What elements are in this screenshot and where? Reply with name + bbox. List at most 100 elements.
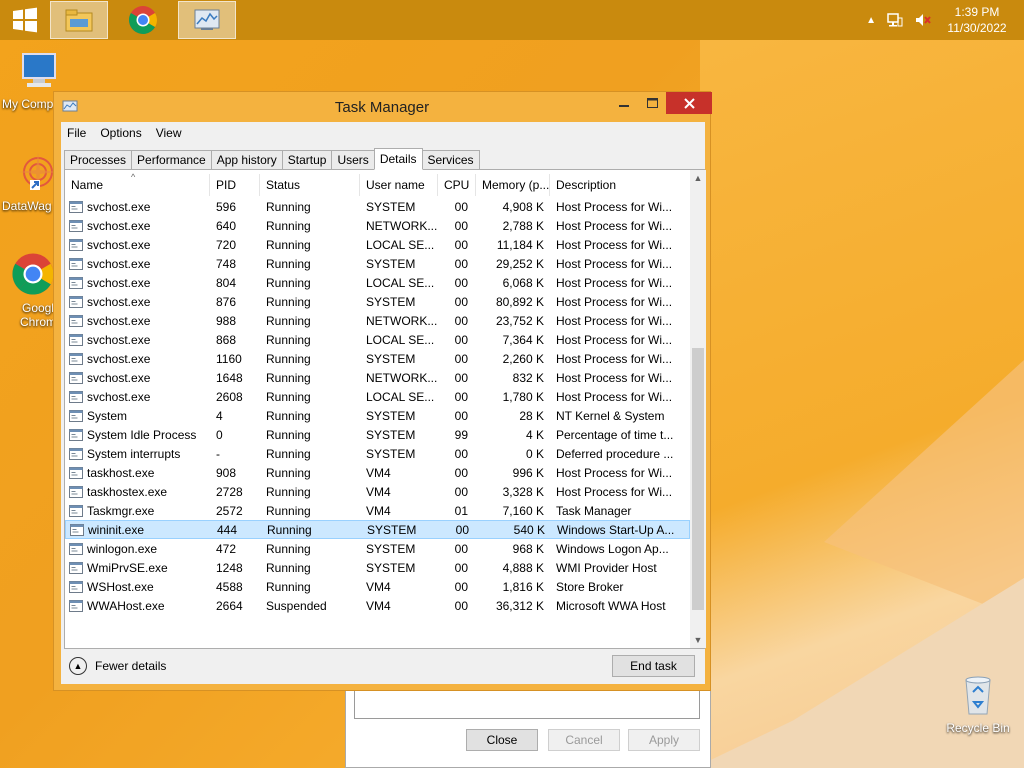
- process-name: WSHost.exe: [87, 579, 154, 594]
- tab-details[interactable]: Details: [373, 148, 423, 170]
- process-cpu: 00: [454, 332, 468, 347]
- process-cpu: 00: [454, 579, 468, 594]
- process-icon: [69, 257, 83, 270]
- process-pid: 4: [216, 408, 223, 423]
- scroll-down-icon[interactable]: ▼: [690, 632, 706, 648]
- process-status: Running: [266, 313, 311, 328]
- table-row[interactable]: svchost.exe 596 Running SYSTEM 00 4,908 …: [65, 197, 690, 216]
- table-row[interactable]: winlogon.exe 472 Running SYSTEM 00 968 K…: [65, 539, 690, 558]
- table-row[interactable]: taskhostex.exe 2728 Running VM4 00 3,328…: [65, 482, 690, 501]
- close-window-button[interactable]: [666, 92, 712, 114]
- taskbar-file-explorer[interactable]: [50, 1, 108, 39]
- scrollbar-thumb[interactable]: [692, 348, 704, 610]
- process-description: Task Manager: [556, 503, 632, 518]
- tab-startup[interactable]: Startup: [281, 150, 333, 170]
- tab-services[interactable]: Services: [421, 150, 480, 170]
- process-memory: 540 K: [513, 522, 545, 537]
- taskbar-google-chrome[interactable]: [114, 1, 172, 39]
- process-description: Host Process for Wi...: [556, 294, 673, 309]
- fewer-details-button[interactable]: ▲ Fewer details: [69, 657, 166, 675]
- menu-file[interactable]: File: [67, 126, 86, 140]
- tab-app-history[interactable]: App history: [210, 150, 283, 170]
- table-row[interactable]: svchost.exe 1648 Running NETWORK... 00 8…: [65, 368, 690, 387]
- apply-button[interactable]: Apply: [628, 729, 700, 751]
- taskbar-task-manager[interactable]: [178, 1, 236, 39]
- column-header-user-name[interactable]: User name: [360, 174, 438, 196]
- menu-options[interactable]: Options: [100, 126, 141, 140]
- process-status: Running: [266, 275, 311, 290]
- table-row[interactable]: svchost.exe 868 Running LOCAL SE... 00 7…: [65, 330, 690, 349]
- process-user: SYSTEM: [366, 351, 416, 366]
- process-icon: [69, 580, 83, 593]
- process-cpu: 00: [454, 408, 468, 423]
- column-header-pid[interactable]: PID: [210, 174, 260, 196]
- process-status: Running: [266, 256, 311, 271]
- sort-ascending-icon: ^: [131, 172, 136, 182]
- menu-view[interactable]: View: [156, 126, 182, 140]
- table-row[interactable]: svchost.exe 988 Running NETWORK... 00 23…: [65, 311, 690, 330]
- taskbar-clock[interactable]: 1:39 PM 11/30/2022: [942, 4, 1012, 36]
- table-row[interactable]: System 4 Running SYSTEM 00 28 K NT Kerne…: [65, 406, 690, 425]
- tray-expand-icon[interactable]: ▲: [866, 15, 876, 26]
- table-row[interactable]: svchost.exe 640 Running NETWORK... 00 2,…: [65, 216, 690, 235]
- scroll-up-icon[interactable]: ▲: [690, 170, 706, 186]
- process-description: Host Process for Wi...: [556, 389, 673, 404]
- table-row[interactable]: svchost.exe 748 Running SYSTEM 00 29,252…: [65, 254, 690, 273]
- process-name: wininit.exe: [88, 522, 145, 537]
- start-button[interactable]: [0, 0, 50, 40]
- process-cpu: 00: [454, 218, 468, 233]
- process-user: SYSTEM: [366, 408, 416, 423]
- process-status: Running: [266, 218, 311, 233]
- network-icon[interactable]: [886, 12, 904, 28]
- process-status: Running: [266, 237, 311, 252]
- table-row[interactable]: svchost.exe 2608 Running LOCAL SE... 00 …: [65, 387, 690, 406]
- close-button[interactable]: Close: [466, 729, 538, 751]
- process-user: SYSTEM: [366, 427, 416, 442]
- process-icon: [69, 333, 83, 346]
- volume-muted-icon[interactable]: [914, 12, 932, 28]
- desktop-icon-recycle-bin[interactable]: Recycle Bin: [938, 672, 1018, 735]
- process-status: Running: [266, 427, 311, 442]
- end-task-button[interactable]: End task: [612, 655, 695, 677]
- task-manager-window: Task Manager File Options View Processes…: [53, 91, 712, 691]
- window-footer: ▲ Fewer details End task: [61, 649, 705, 684]
- column-header-memory[interactable]: Memory (p...: [476, 174, 550, 196]
- table-row[interactable]: WSHost.exe 4588 Running VM4 00 1,816 K S…: [65, 577, 690, 596]
- column-header-cpu[interactable]: CPU: [438, 174, 476, 196]
- table-row[interactable]: wininit.exe 444 Running SYSTEM 00 540 K …: [65, 520, 690, 539]
- table-row[interactable]: svchost.exe 804 Running LOCAL SE... 00 6…: [65, 273, 690, 292]
- table-row[interactable]: WWAHost.exe 2664 Suspended VM4 00 36,312…: [65, 596, 690, 615]
- column-header-description[interactable]: Description: [550, 174, 680, 196]
- process-name: svchost.exe: [87, 351, 151, 366]
- maximize-button[interactable]: [638, 92, 666, 114]
- table-row[interactable]: svchost.exe 1160 Running SYSTEM 00 2,260…: [65, 349, 690, 368]
- column-header-name[interactable]: Name: [65, 174, 210, 196]
- cancel-button[interactable]: Cancel: [548, 729, 620, 751]
- process-icon: [69, 485, 83, 498]
- process-pid: 2572: [216, 503, 243, 518]
- vertical-scrollbar[interactable]: ▲ ▼: [690, 170, 706, 648]
- process-user: NETWORK...: [366, 313, 438, 328]
- table-row[interactable]: System interrupts - Running SYSTEM 00 0 …: [65, 444, 690, 463]
- table-row[interactable]: System Idle Process 0 Running SYSTEM 99 …: [65, 425, 690, 444]
- title-bar[interactable]: Task Manager: [54, 92, 712, 122]
- process-user: SYSTEM: [367, 522, 417, 537]
- table-row[interactable]: taskhost.exe 908 Running VM4 00 996 K Ho…: [65, 463, 690, 482]
- table-row[interactable]: svchost.exe 720 Running LOCAL SE... 00 1…: [65, 235, 690, 254]
- window-client-area: File Options View Processes Performance …: [61, 122, 706, 684]
- process-name: Taskmgr.exe: [87, 503, 155, 518]
- process-name: taskhost.exe: [87, 465, 155, 480]
- table-row[interactable]: svchost.exe 876 Running SYSTEM 00 80,892…: [65, 292, 690, 311]
- process-icon: [69, 409, 83, 422]
- tab-processes[interactable]: Processes: [64, 150, 133, 170]
- table-row[interactable]: WmiPrvSE.exe 1248 Running SYSTEM 00 4,88…: [65, 558, 690, 577]
- tab-performance[interactable]: Performance: [131, 150, 212, 170]
- table-row[interactable]: Taskmgr.exe 2572 Running VM4 01 7,160 K …: [65, 501, 690, 520]
- column-header-status[interactable]: Status: [260, 174, 360, 196]
- process-status: Running: [266, 560, 311, 575]
- process-pid: 1160: [216, 351, 242, 366]
- folder-icon: [65, 9, 93, 32]
- process-user: NETWORK...: [366, 218, 438, 233]
- minimize-button[interactable]: [610, 92, 638, 114]
- tab-users[interactable]: Users: [331, 150, 375, 170]
